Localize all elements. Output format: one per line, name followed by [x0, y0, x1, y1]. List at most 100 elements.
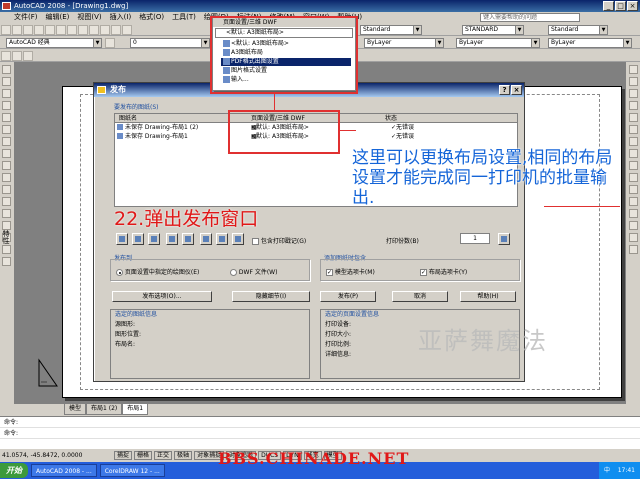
workspace-settings-icon[interactable]	[105, 38, 115, 48]
mirror-icon[interactable]	[629, 89, 638, 98]
publish-button[interactable]: 发布(P)	[320, 291, 376, 302]
arc-icon[interactable]	[2, 125, 11, 134]
menu-item-edit[interactable]: 编辑(E)	[46, 12, 70, 23]
paste-icon[interactable]	[89, 25, 99, 35]
details-toggle-button[interactable]	[498, 233, 510, 245]
model-tab-checkbox[interactable]: ✓ 模型选项卡(M)	[326, 267, 375, 276]
save-icon[interactable]	[23, 25, 33, 35]
array-icon[interactable]	[629, 113, 638, 122]
tab-layout1-2[interactable]: 布局1 (2)	[86, 404, 123, 415]
trim-icon[interactable]	[629, 173, 638, 182]
line-icon[interactable]	[2, 65, 11, 74]
point-icon[interactable]	[2, 209, 11, 218]
autocad-app-icon[interactable]	[2, 2, 11, 10]
layout-tab-checkbox[interactable]: ✓ 布局选项卡(Y)	[420, 267, 467, 276]
publish-icon[interactable]	[56, 25, 66, 35]
spline-icon[interactable]	[2, 161, 11, 170]
linetype-select[interactable]: ByLayer ▼	[456, 38, 540, 48]
fillet-icon[interactable]	[629, 233, 638, 242]
insert-block-icon[interactable]	[2, 185, 11, 194]
copy-icon[interactable]	[78, 25, 88, 35]
add-sheets-button[interactable]	[132, 233, 144, 245]
menu-item-tools[interactable]: 工具(T)	[172, 12, 196, 23]
include-stamp-box[interactable]	[252, 238, 259, 245]
workspace-select[interactable]: AutoCAD 经典 ▼	[6, 38, 102, 48]
hide-details-button[interactable]: 隐藏细节(I)	[232, 291, 310, 302]
properties-palette-label[interactable]: 特性	[1, 230, 11, 244]
ortho-toggle[interactable]: 正交	[154, 451, 173, 460]
cancel-button[interactable]: 取消	[392, 291, 448, 302]
layer-manager-icon[interactable]	[1, 51, 11, 61]
help-button[interactable]: 帮助(H)	[460, 291, 516, 302]
color-select[interactable]: ByLayer ▼	[364, 38, 444, 48]
menu-item-format[interactable]: 格式(O)	[139, 12, 164, 23]
move-down-button[interactable]	[182, 233, 194, 245]
ime-indicator[interactable]: 中	[604, 467, 610, 474]
revision-cloud-icon[interactable]	[2, 149, 11, 158]
publish-options-button[interactable]: 发布选项(O)...	[112, 291, 212, 302]
tab-model[interactable]: 模型	[64, 404, 87, 415]
lineweight-select[interactable]: ByLayer ▼	[548, 38, 632, 48]
tablestyle-select[interactable]: Standard ▼	[548, 25, 608, 35]
join-icon[interactable]	[629, 209, 638, 218]
copy-object-icon[interactable]	[629, 77, 638, 86]
plot-icon[interactable]	[34, 25, 44, 35]
polar-toggle[interactable]: 极轴	[174, 451, 193, 460]
load-list-button[interactable]	[200, 233, 212, 245]
scale-icon[interactable]	[629, 149, 638, 158]
new-icon[interactable]	[1, 25, 11, 35]
open-icon[interactable]	[12, 25, 22, 35]
dimstyle-select[interactable]: STANDARD ▼	[462, 25, 524, 35]
task-autocad[interactable]: AutoCAD 2008 - ...	[31, 464, 97, 477]
maximize-button[interactable]: □	[615, 1, 626, 11]
move-icon[interactable]	[629, 125, 638, 134]
polygon-icon[interactable]	[2, 101, 11, 110]
chamfer-icon[interactable]	[629, 221, 638, 230]
explode-icon[interactable]	[629, 245, 638, 254]
dialog-close-button[interactable]: ×	[511, 85, 522, 95]
radio-dwf[interactable]: DWF 文件(W)	[230, 267, 277, 276]
radio-dwf-dot[interactable]	[230, 269, 237, 276]
stretch-icon[interactable]	[629, 161, 638, 170]
snap-toggle[interactable]: 捕捉	[114, 451, 133, 460]
col-sheet-name[interactable]: 图纸名	[119, 114, 137, 123]
preview-button[interactable]	[116, 233, 128, 245]
menu-item-file[interactable]: 文件(F)	[14, 12, 38, 23]
col-status[interactable]: 状态	[385, 114, 397, 123]
preview-icon[interactable]	[45, 25, 55, 35]
layer-state-icon[interactable]	[12, 51, 22, 61]
mtext-icon[interactable]	[2, 257, 11, 266]
command-window[interactable]: 命令: 命令:	[0, 416, 640, 449]
minimize-button[interactable]: _	[603, 1, 614, 11]
undo-icon[interactable]	[111, 25, 121, 35]
save-list-button[interactable]	[216, 233, 228, 245]
circle-icon[interactable]	[2, 137, 11, 146]
make-current-icon[interactable]	[23, 51, 33, 61]
menu-item-view[interactable]: 视图(V)	[77, 12, 101, 23]
command-prompt-line[interactable]: 命令:	[0, 428, 640, 439]
hatch-icon[interactable]	[2, 221, 11, 230]
match-properties-icon[interactable]	[100, 25, 110, 35]
extend-icon[interactable]	[629, 185, 638, 194]
menu-item-insert[interactable]: 插入(I)	[110, 12, 132, 23]
table-icon[interactable]	[2, 245, 11, 254]
textstyle-select[interactable]: Standard ▼	[360, 25, 422, 35]
rectangle-icon[interactable]	[2, 113, 11, 122]
dialog-help-button[interactable]: ?	[499, 85, 510, 95]
close-button[interactable]: ×	[627, 1, 638, 11]
make-block-icon[interactable]	[2, 197, 11, 206]
tab-layout1[interactable]: 布局1	[122, 404, 149, 415]
redo-icon[interactable]	[122, 25, 132, 35]
start-button[interactable]: 开始	[0, 463, 28, 478]
move-up-button[interactable]	[166, 233, 178, 245]
grid-toggle[interactable]: 栅格	[134, 451, 153, 460]
model-tab-box[interactable]: ✓	[326, 269, 333, 276]
plot-stamp-settings-button[interactable]	[232, 233, 244, 245]
erase-icon[interactable]	[629, 65, 638, 74]
ellipse-icon[interactable]	[2, 173, 11, 182]
layout-tab-box[interactable]: ✓	[420, 269, 427, 276]
copies-input[interactable]: 1	[460, 233, 490, 244]
radio-plotter[interactable]: 页面设置中指定的绘图仪(E)	[116, 267, 199, 276]
radio-plotter-dot[interactable]	[116, 269, 123, 276]
break-icon[interactable]	[629, 197, 638, 206]
